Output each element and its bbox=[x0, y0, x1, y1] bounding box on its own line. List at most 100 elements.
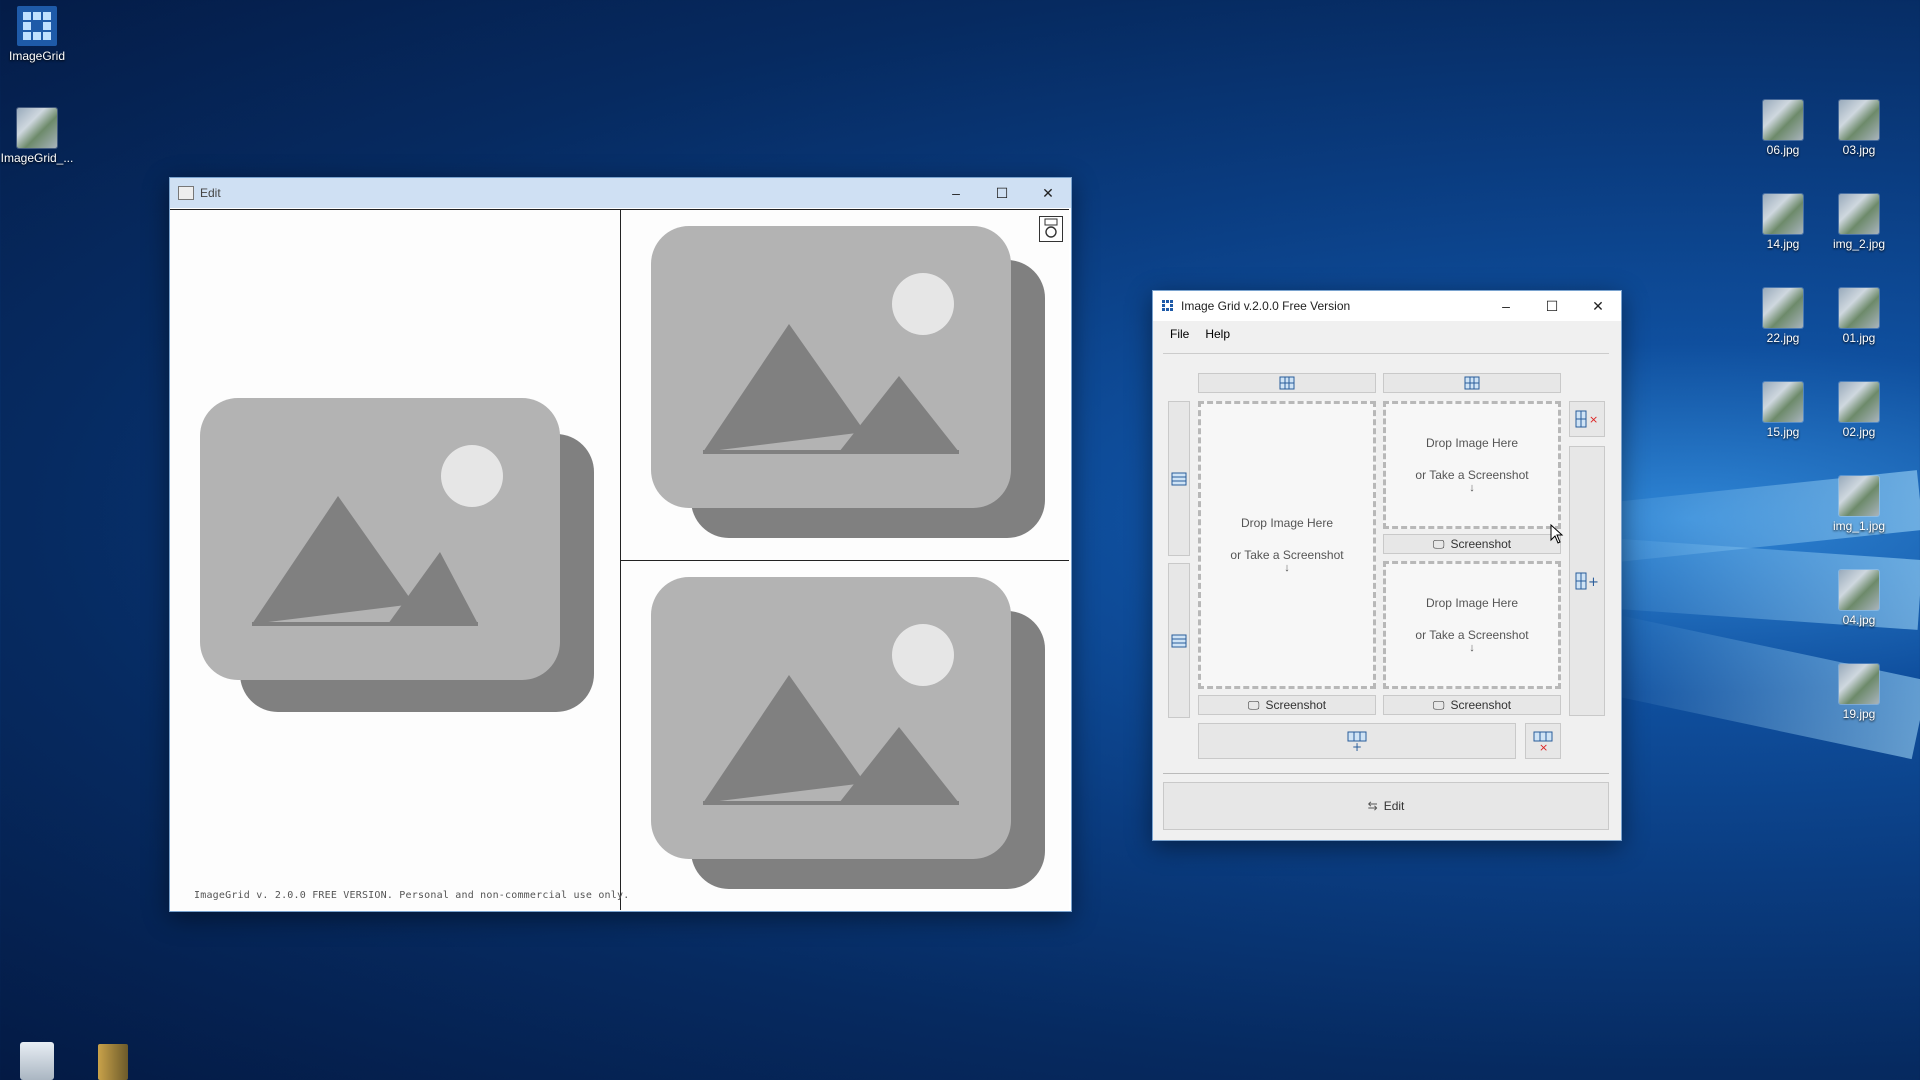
drop-zone-sublabel: or Take a Screenshot bbox=[1415, 468, 1529, 482]
screenshot-button-label: Screenshot bbox=[1265, 698, 1327, 712]
add-row-icon: + bbox=[1347, 731, 1367, 751]
desktop-icon-file[interactable]: 19.jpg bbox=[1816, 664, 1902, 721]
desktop-icon-imagegrid[interactable]: ImageGrid bbox=[0, 6, 80, 63]
desktop-icon-label: ImageGrid_... bbox=[0, 151, 74, 165]
desktop-icon-label: 15.jpg bbox=[1766, 425, 1800, 439]
screenshot-button-bottom-right[interactable]: 🖵 Screenshot bbox=[1383, 695, 1561, 715]
image-thumbnail-icon bbox=[1839, 570, 1879, 610]
image-thumbnail-icon bbox=[1763, 288, 1803, 328]
image-thumbnail-icon bbox=[1839, 664, 1879, 704]
desktop-icon-file[interactable]: 14.jpg bbox=[1740, 194, 1826, 251]
row-1-settings-button[interactable] bbox=[1168, 401, 1190, 556]
edit-window-title: Edit bbox=[200, 186, 221, 200]
image-thumbnail-icon bbox=[17, 108, 57, 148]
save-icon bbox=[1044, 218, 1058, 238]
desktop-icon-label: 04.jpg bbox=[1842, 613, 1876, 627]
imagegrid-app-icon bbox=[17, 6, 57, 46]
drop-zone-sublabel: or Take a Screenshot bbox=[1415, 628, 1529, 642]
imagegrid-window: Image Grid v.2.0.0 Free Version – ☐ ✕ Fi… bbox=[1152, 290, 1622, 841]
recycle-bin-icon[interactable] bbox=[20, 1042, 54, 1080]
svg-text:+: + bbox=[1352, 740, 1362, 751]
row-2-settings-button[interactable] bbox=[1168, 563, 1190, 718]
desktop-icon-file[interactable]: 02.jpg bbox=[1816, 382, 1902, 439]
svg-text:×: × bbox=[1539, 741, 1548, 751]
image-thumbnail-icon bbox=[1839, 100, 1879, 140]
image-thumbnail-icon bbox=[1839, 382, 1879, 422]
image-thumbnail-icon bbox=[1763, 100, 1803, 140]
minimize-button[interactable]: – bbox=[1483, 291, 1529, 321]
close-button[interactable]: ✕ bbox=[1575, 291, 1621, 321]
add-column-button[interactable]: + bbox=[1569, 446, 1605, 716]
desktop-icon-file[interactable]: img_2.jpg bbox=[1816, 194, 1902, 251]
monitor-icon: 🖵 bbox=[1432, 536, 1445, 551]
image-thumbnail-icon bbox=[1763, 194, 1803, 234]
maximize-button[interactable]: ☐ bbox=[979, 178, 1025, 208]
mouse-cursor-icon bbox=[1550, 524, 1564, 544]
image-placeholder-icon bbox=[651, 226, 1045, 538]
remove-row-button[interactable]: × bbox=[1525, 723, 1561, 759]
grid-divider-horizontal bbox=[620, 560, 1069, 561]
folder-icon[interactable] bbox=[98, 1044, 128, 1080]
save-button[interactable] bbox=[1039, 216, 1063, 242]
edit-titlebar[interactable]: Edit – ☐ ✕ bbox=[170, 178, 1071, 208]
desktop-icon-imagegrid-shortcut[interactable]: ImageGrid_... bbox=[0, 108, 80, 165]
menu-bar: File Help bbox=[1153, 322, 1619, 346]
add-row-button[interactable]: + bbox=[1198, 723, 1516, 759]
desktop-icon-label: img_2.jpg bbox=[1832, 237, 1886, 251]
desktop-icon-label: ImageGrid bbox=[8, 49, 66, 63]
desktop-icon-label: 19.jpg bbox=[1842, 707, 1876, 721]
desktop-icon-file[interactable]: 04.jpg bbox=[1816, 570, 1902, 627]
arrow-down-icon: ↓ bbox=[1469, 482, 1475, 494]
image-thumbnail-icon bbox=[1839, 476, 1879, 516]
column-1-settings-button[interactable] bbox=[1198, 373, 1376, 393]
grid-row-icon bbox=[1171, 472, 1187, 485]
window-app-icon bbox=[178, 186, 194, 200]
remove-column-button[interactable]: × bbox=[1569, 401, 1605, 437]
image-thumbnail-icon bbox=[1763, 382, 1803, 422]
separator bbox=[1163, 773, 1609, 774]
grid-column-icon bbox=[1279, 376, 1295, 390]
edit-button-label: Edit bbox=[1383, 799, 1405, 813]
desktop-icon-file[interactable]: img_1.jpg bbox=[1816, 476, 1902, 533]
screenshot-button-top-right[interactable]: 🖵 Screenshot bbox=[1383, 534, 1561, 554]
drop-zone-bottom-right[interactable]: Drop Image Here or Take a Screenshot ↓ bbox=[1383, 561, 1561, 689]
screenshot-button-left[interactable]: 🖵 Screenshot bbox=[1198, 695, 1376, 715]
screenshot-button-label: Screenshot bbox=[1450, 537, 1512, 551]
desktop-icon-label: 14.jpg bbox=[1766, 237, 1800, 251]
add-column-icon: + bbox=[1575, 572, 1599, 590]
minimize-button[interactable]: – bbox=[933, 178, 979, 208]
svg-text:+: + bbox=[1588, 575, 1599, 590]
monitor-icon: 🖵 bbox=[1432, 697, 1445, 712]
drop-zone-label: Drop Image Here bbox=[1425, 436, 1519, 450]
desktop-icon-file[interactable]: 06.jpg bbox=[1740, 100, 1826, 157]
drop-zone-label: Drop Image Here bbox=[1240, 516, 1334, 530]
edit-canvas: ImageGrid v. 2.0.0 FREE VERSION. Persona… bbox=[170, 209, 1069, 910]
menu-file[interactable]: File bbox=[1153, 327, 1197, 341]
menu-help[interactable]: Help bbox=[1197, 327, 1238, 341]
maximize-button[interactable]: ☐ bbox=[1529, 291, 1575, 321]
arrow-down-icon: ↓ bbox=[1469, 642, 1475, 654]
desktop-icon-file[interactable]: 01.jpg bbox=[1816, 288, 1902, 345]
desktop-icon-file[interactable]: 15.jpg bbox=[1740, 382, 1826, 439]
image-thumbnail-icon bbox=[1839, 194, 1879, 234]
screenshot-button-label: Screenshot bbox=[1450, 698, 1512, 712]
remove-row-icon: × bbox=[1533, 731, 1553, 751]
imagegrid-window-title: Image Grid v.2.0.0 Free Version bbox=[1181, 299, 1351, 313]
edit-button[interactable]: ⇆ Edit bbox=[1163, 782, 1609, 830]
close-button[interactable]: ✕ bbox=[1025, 178, 1071, 208]
desktop-icon-file[interactable]: 03.jpg bbox=[1816, 100, 1902, 157]
imagegrid-titlebar[interactable]: Image Grid v.2.0.0 Free Version – ☐ ✕ bbox=[1153, 291, 1621, 321]
column-2-settings-button[interactable] bbox=[1383, 373, 1561, 393]
image-thumbnail-icon bbox=[1839, 288, 1879, 328]
svg-text:×: × bbox=[1589, 413, 1598, 426]
remove-column-icon: × bbox=[1575, 410, 1598, 428]
drop-zone-sublabel: or Take a Screenshot bbox=[1230, 548, 1344, 562]
desktop-icon-file[interactable]: 22.jpg bbox=[1740, 288, 1826, 345]
image-placeholder-icon bbox=[200, 398, 594, 712]
drop-zone-top-right[interactable]: Drop Image Here or Take a Screenshot ↓ bbox=[1383, 401, 1561, 529]
monitor-icon: 🖵 bbox=[1247, 697, 1260, 712]
arrow-down-icon: ↓ bbox=[1284, 562, 1290, 574]
drop-zone-left[interactable]: Drop Image Here or Take a Screenshot ↓ bbox=[1198, 401, 1376, 689]
image-placeholder-icon bbox=[651, 577, 1045, 889]
desktop-icon-label: img_1.jpg bbox=[1832, 519, 1886, 533]
